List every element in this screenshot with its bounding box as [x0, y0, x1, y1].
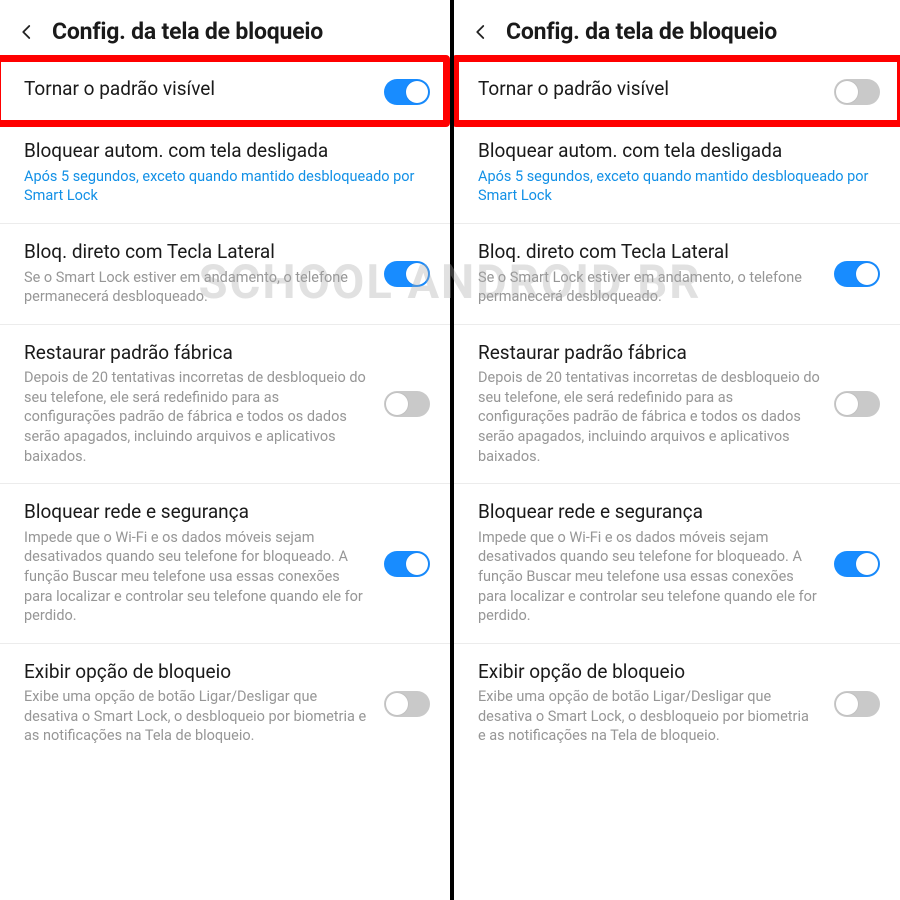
screenshot-left: Config. da tela de bloqueio Tornar o pad… [0, 0, 450, 900]
setting-title: Bloquear autom. com tela desligada [24, 139, 430, 164]
setting-text: Bloq. direto com Tecla Lateral Se o Smart… [478, 240, 820, 307]
toggle-switch[interactable] [834, 691, 880, 717]
setting-row[interactable]: Bloquear rede e segurança Impede que o Wi… [454, 484, 900, 644]
setting-row[interactable]: Restaurar padrão fábricaDepois de 20 ten… [454, 325, 900, 485]
setting-text: Bloq. direto com Tecla Lateral Se o Smart… [24, 240, 370, 307]
setting-row[interactable]: Restaurar padrão fábricaDepois de 20 ten… [0, 325, 450, 485]
setting-row[interactable]: Tornar o padrão visível [0, 61, 450, 123]
setting-text: Bloquear rede e segurança Impede que o Wi… [478, 500, 820, 626]
setting-title: Tornar o padrão visível [478, 77, 820, 102]
back-icon[interactable] [16, 21, 38, 43]
setting-row[interactable]: Bloquear rede e segurança Impede que o Wi… [0, 484, 450, 644]
toggle-switch[interactable] [384, 691, 430, 717]
setting-subtitle: Após 5 segundos, exceto quando mantido d… [24, 167, 430, 206]
setting-subtitle: Depois de 20 tentativas incorretas de de… [478, 368, 820, 466]
toggle-switch[interactable] [384, 551, 430, 577]
settings-list: Tornar o padrão visível Bloquear autom. c… [454, 61, 900, 763]
settings-list: Tornar o padrão visível Bloquear autom. c… [0, 61, 450, 763]
toggle-switch[interactable] [384, 261, 430, 287]
toggle-knob [836, 693, 858, 715]
setting-title: Restaurar padrão fábrica [478, 341, 820, 366]
setting-title: Bloquear autom. com tela desligada [478, 139, 880, 164]
toggle-switch[interactable] [834, 391, 880, 417]
page-title: Config. da tela de bloqueio [506, 18, 777, 45]
toggle-switch[interactable] [384, 79, 430, 105]
header: Config. da tela de bloqueio [0, 0, 450, 51]
setting-row[interactable]: Bloq. direto com Tecla Lateral Se o Smart… [0, 224, 450, 325]
toggle-knob [406, 553, 428, 575]
setting-text: Exibir opção de bloqueioExibe uma opção … [478, 660, 820, 746]
setting-title: Exibir opção de bloqueio [24, 660, 370, 685]
setting-subtitle: Depois de 20 tentativas incorretas de de… [24, 368, 370, 466]
setting-subtitle: Se o Smart Lock estiver em andamento, o … [24, 268, 370, 307]
toggle-knob [406, 81, 428, 103]
setting-title: Bloquear rede e segurança [478, 500, 820, 525]
setting-text: Exibir opção de bloqueioExibe uma opção … [24, 660, 370, 746]
setting-text: Tornar o padrão visível [478, 77, 820, 102]
setting-row[interactable]: Bloquear autom. com tela desligada Após 5… [454, 123, 900, 224]
setting-row[interactable]: Bloq. direto com Tecla Lateral Se o Smart… [454, 224, 900, 325]
screenshot-right: Config. da tela de bloqueio Tornar o pad… [450, 0, 900, 900]
setting-text: Bloquear autom. com tela desligada Após 5… [24, 139, 430, 206]
setting-row[interactable]: Exibir opção de bloqueioExibe uma opção … [454, 644, 900, 763]
toggle-knob [836, 393, 858, 415]
setting-text: Restaurar padrão fábricaDepois de 20 ten… [478, 341, 820, 467]
setting-subtitle: Exibe uma opção de botão Ligar/Desligar … [24, 687, 370, 746]
setting-row[interactable]: Tornar o padrão visível [454, 61, 900, 123]
toggle-knob [386, 693, 408, 715]
setting-subtitle: Exibe uma opção de botão Ligar/Desligar … [478, 687, 820, 746]
setting-text: Bloquear rede e segurança Impede que o Wi… [24, 500, 370, 626]
toggle-knob [406, 263, 428, 285]
setting-title: Bloq. direto com Tecla Lateral [478, 240, 820, 265]
toggle-knob [386, 393, 408, 415]
setting-subtitle: Impede que o Wi-Fi e os dados móveis sej… [24, 528, 370, 626]
toggle-knob [836, 81, 858, 103]
setting-title: Tornar o padrão visível [24, 77, 370, 102]
setting-text: Restaurar padrão fábricaDepois de 20 ten… [24, 341, 370, 467]
toggle-switch[interactable] [384, 391, 430, 417]
toggle-switch[interactable] [834, 79, 880, 105]
toggle-switch[interactable] [834, 551, 880, 577]
setting-title: Restaurar padrão fábrica [24, 341, 370, 366]
setting-title: Exibir opção de bloqueio [478, 660, 820, 685]
setting-row[interactable]: Bloquear autom. com tela desligada Após 5… [0, 123, 450, 224]
setting-row[interactable]: Exibir opção de bloqueioExibe uma opção … [0, 644, 450, 763]
toggle-switch[interactable] [834, 261, 880, 287]
header: Config. da tela de bloqueio [454, 0, 900, 51]
toggle-knob [856, 263, 878, 285]
setting-text: Tornar o padrão visível [24, 77, 370, 102]
toggle-knob [856, 553, 878, 575]
setting-text: Bloquear autom. com tela desligada Após 5… [478, 139, 880, 206]
setting-title: Bloquear rede e segurança [24, 500, 370, 525]
setting-subtitle: Após 5 segundos, exceto quando mantido d… [478, 167, 880, 206]
setting-subtitle: Se o Smart Lock estiver em andamento, o … [478, 268, 820, 307]
page-title: Config. da tela de bloqueio [52, 18, 323, 45]
setting-subtitle: Impede que o Wi-Fi e os dados móveis sej… [478, 528, 820, 626]
back-icon[interactable] [470, 21, 492, 43]
setting-title: Bloq. direto com Tecla Lateral [24, 240, 370, 265]
